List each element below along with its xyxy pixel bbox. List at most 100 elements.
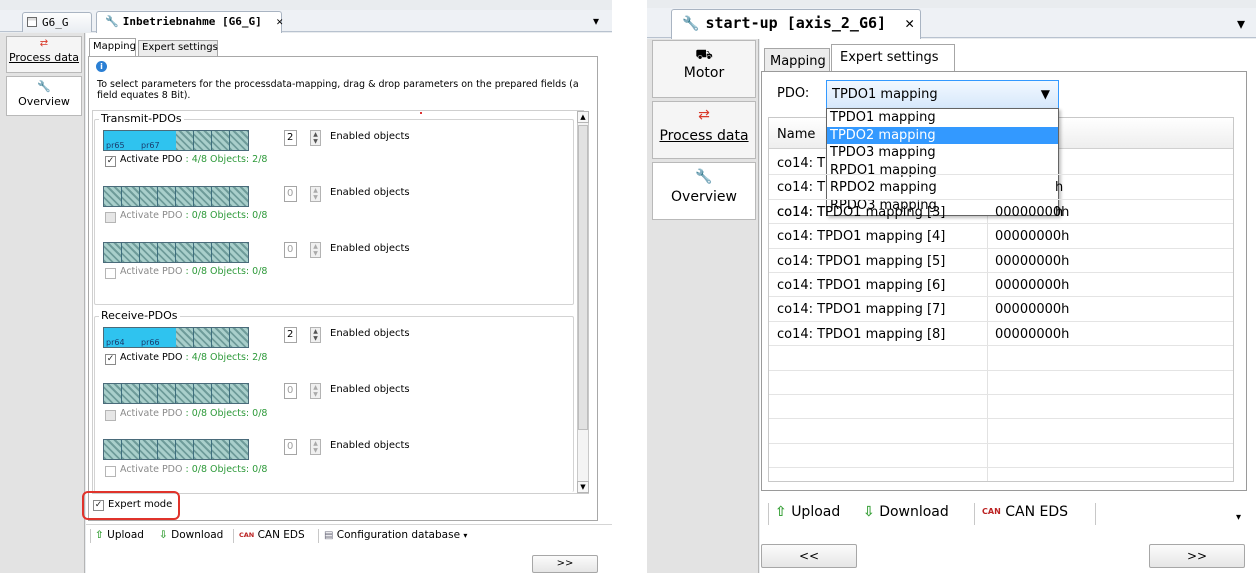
doc-tab-inbetriebnahme[interactable]: 🔧 Inbetriebnahme [G6_G] ✕ bbox=[96, 11, 283, 33]
pdo-cell-empty[interactable] bbox=[194, 243, 212, 262]
objects-spinner[interactable]: ▲ ▼ bbox=[310, 439, 321, 455]
objects-count-input[interactable]: 2 bbox=[284, 327, 297, 343]
pdo-cell-empty[interactable] bbox=[122, 384, 140, 403]
pdo-cell-empty[interactable] bbox=[212, 131, 230, 150]
pdo-cell-empty[interactable] bbox=[212, 243, 230, 262]
table-row[interactable]: co14: TPDO1 mapping [5] 00000000h bbox=[769, 249, 1233, 273]
pdo-cell-empty[interactable] bbox=[194, 384, 212, 403]
pdo-cell-empty[interactable] bbox=[230, 187, 248, 206]
pdo-cell-empty[interactable] bbox=[230, 440, 248, 459]
activate-pdo-checkbox[interactable]: ✓ bbox=[105, 156, 116, 167]
table-row[interactable]: co14: T bbox=[769, 151, 1233, 176]
objects-count-input[interactable]: 2 bbox=[284, 130, 297, 146]
objects-count-input[interactable]: 0 bbox=[284, 383, 297, 399]
pdo-option[interactable]: TPDO1 mapping bbox=[827, 109, 1058, 127]
expert-mode-checkbox[interactable]: ✓ bbox=[93, 500, 104, 511]
table-row[interactable]: co14: TPDO1 mapping [6] 00000000h bbox=[769, 273, 1233, 298]
configuration-database-button[interactable]: ▤ Configuration database ▾ bbox=[324, 529, 467, 541]
pdo-cell-empty[interactable] bbox=[176, 384, 194, 403]
activate-pdo-checkbox[interactable] bbox=[105, 212, 116, 223]
scroll-up-button[interactable]: ▲ bbox=[577, 111, 589, 123]
pdo-cells[interactable] bbox=[103, 383, 249, 404]
activate-pdo-checkbox[interactable] bbox=[105, 410, 116, 421]
activate-pdo-checkbox[interactable] bbox=[105, 466, 116, 477]
tab-mapping[interactable]: Mapping bbox=[764, 48, 830, 72]
pdo-cell-filled[interactable] bbox=[158, 131, 176, 150]
objects-spinner[interactable]: ▲ ▼ bbox=[310, 383, 321, 399]
tab-expert-settings[interactable]: Expert settings bbox=[138, 40, 218, 56]
pdo-cell-empty[interactable] bbox=[140, 243, 158, 262]
download-button[interactable]: ⇩ Download bbox=[863, 504, 949, 520]
objects-spinner[interactable]: ▲ ▼ bbox=[310, 242, 321, 258]
pdo-cell-empty[interactable] bbox=[194, 328, 212, 347]
pdo-cell-empty[interactable] bbox=[212, 440, 230, 459]
pdo-cell-empty[interactable] bbox=[122, 440, 140, 459]
nav-process-data[interactable]: ⇄ Process data bbox=[6, 36, 82, 73]
overflow-icon[interactable]: ▾ bbox=[1236, 512, 1241, 523]
upload-button[interactable]: ⇧ Upload bbox=[95, 529, 144, 541]
pdo-cell-empty[interactable] bbox=[158, 243, 176, 262]
pdo-cell-empty[interactable] bbox=[230, 384, 248, 403]
pdo-cells[interactable] bbox=[103, 130, 249, 151]
table-row[interactable]: co14: TPDO1 mapping [8] 00000000h bbox=[769, 322, 1233, 347]
pdo-cell-empty[interactable] bbox=[194, 131, 212, 150]
pdo-cell-filled[interactable] bbox=[158, 328, 176, 347]
pdo-cell-empty[interactable] bbox=[176, 187, 194, 206]
pdo-cell-empty[interactable] bbox=[194, 187, 212, 206]
pdo-select[interactable]: TPDO1 mapping ▼ bbox=[826, 80, 1059, 109]
pdo-cell-empty[interactable] bbox=[158, 384, 176, 403]
objects-count-input[interactable]: 0 bbox=[284, 186, 297, 202]
pdo-cell-empty[interactable] bbox=[140, 384, 158, 403]
pdo-cell-empty[interactable] bbox=[158, 440, 176, 459]
tab-expert-settings[interactable]: Expert settings bbox=[831, 44, 955, 72]
next-button[interactable]: >> bbox=[1149, 544, 1245, 568]
column-header-name[interactable]: Name bbox=[777, 127, 815, 142]
pdo-cell-empty[interactable] bbox=[122, 243, 140, 262]
doc-tab-g6g[interactable]: G6_G bbox=[22, 12, 92, 32]
previous-button[interactable]: << bbox=[761, 544, 857, 568]
pdo-cell-empty[interactable] bbox=[176, 243, 194, 262]
next-button[interactable]: >> bbox=[532, 555, 598, 573]
activate-pdo-checkbox[interactable] bbox=[105, 268, 116, 279]
tab-mapping[interactable]: Mapping bbox=[89, 38, 136, 56]
nav-process-data[interactable]: ⇄ Process data bbox=[652, 101, 756, 159]
objects-spinner[interactable]: ▲ ▼ bbox=[310, 130, 321, 146]
pdo-cell-empty[interactable] bbox=[194, 440, 212, 459]
pdo-cells[interactable] bbox=[103, 242, 249, 263]
doc-tab-start-up[interactable]: 🔧 start-up [axis_2_G6] ✕ bbox=[671, 9, 921, 39]
upload-button[interactable]: ⇧ Upload bbox=[775, 504, 840, 520]
pdo-cell-empty[interactable] bbox=[158, 187, 176, 206]
pdo-cell-empty[interactable] bbox=[230, 131, 248, 150]
chevron-down-icon[interactable]: ▾ bbox=[1237, 14, 1245, 33]
pdo-cell-filled[interactable] bbox=[122, 328, 140, 347]
pdo-cell-empty[interactable] bbox=[176, 328, 194, 347]
pdo-cells[interactable] bbox=[103, 439, 249, 460]
pdo-cell-filled[interactable] bbox=[122, 131, 140, 150]
pdo-cell-empty[interactable] bbox=[212, 187, 230, 206]
download-button[interactable]: ⇩ Download bbox=[159, 529, 223, 541]
table-row[interactable]: co14: TPDO1 mapping [7] 00000000h bbox=[769, 297, 1233, 322]
pdo-cell-empty[interactable] bbox=[176, 131, 194, 150]
table-row[interactable]: co14: TPDO1 mapping [3] 00000000h bbox=[769, 200, 1233, 225]
pdo-cells[interactable] bbox=[103, 186, 249, 207]
pdo-cell-empty[interactable] bbox=[230, 328, 248, 347]
nav-overview[interactable]: 🔧 Overview bbox=[6, 76, 82, 116]
chevron-down-icon[interactable]: ▾ bbox=[593, 14, 599, 28]
pdo-cell-empty[interactable] bbox=[176, 440, 194, 459]
pdo-cell-empty[interactable] bbox=[122, 187, 140, 206]
close-icon[interactable]: ✕ bbox=[905, 14, 914, 32]
objects-count-input[interactable]: 0 bbox=[284, 439, 297, 455]
scroll-thumb[interactable] bbox=[578, 125, 588, 430]
pdo-cell-empty[interactable] bbox=[212, 328, 230, 347]
pdo-cell-empty[interactable] bbox=[230, 243, 248, 262]
scroll-down-button[interactable]: ▼ bbox=[577, 481, 589, 493]
pdo-cell-empty[interactable] bbox=[104, 440, 122, 459]
nav-overview[interactable]: 🔧 Overview bbox=[652, 162, 756, 220]
objects-spinner[interactable]: ▲ ▼ bbox=[310, 186, 321, 202]
pdo-cell-empty[interactable] bbox=[212, 384, 230, 403]
close-icon[interactable]: ✕ bbox=[276, 15, 283, 28]
pdo-cell-empty[interactable] bbox=[104, 243, 122, 262]
can-eds-button[interactable]: CAN CAN EDS bbox=[239, 529, 305, 541]
nav-motor[interactable]: ⛟ Motor bbox=[652, 40, 756, 98]
pdo-cell-empty[interactable] bbox=[104, 187, 122, 206]
